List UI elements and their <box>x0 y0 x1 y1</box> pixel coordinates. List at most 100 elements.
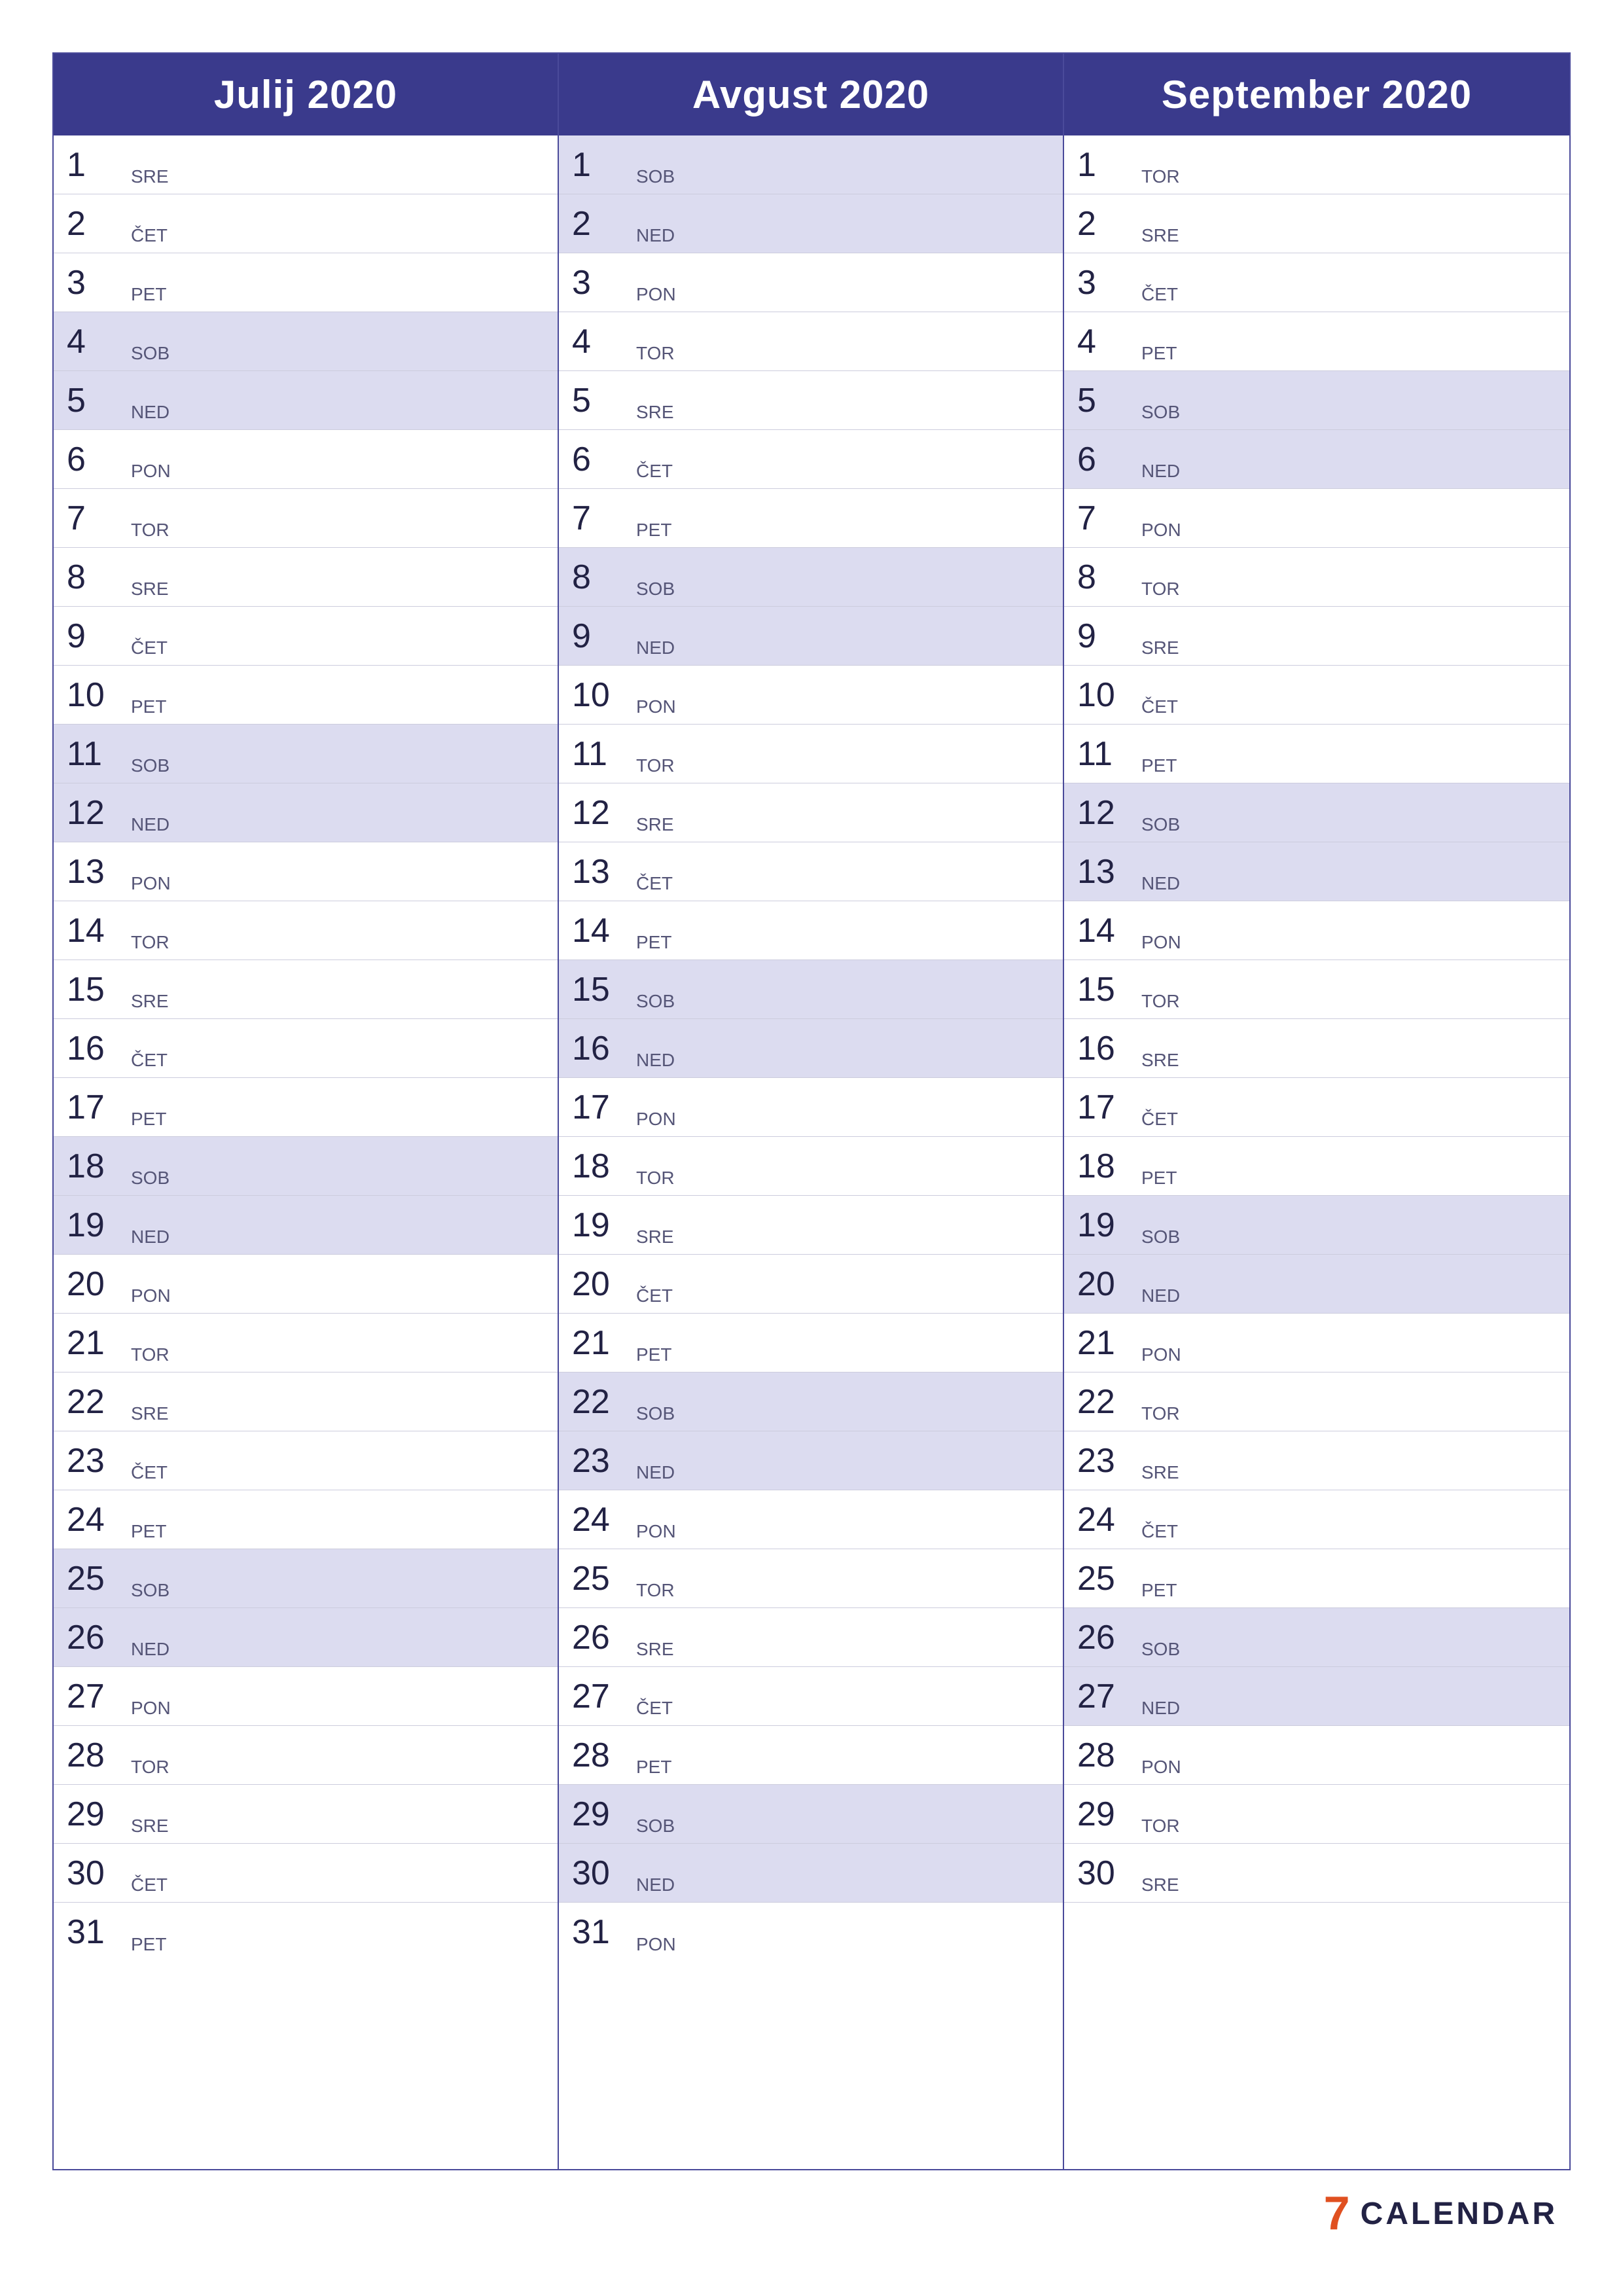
day-number: 17 <box>1077 1090 1136 1124</box>
day-number: 10 <box>67 678 126 712</box>
day-number: 25 <box>1077 1562 1136 1596</box>
day-number: 19 <box>572 1208 631 1242</box>
day-row: 23NED <box>559 1431 1063 1490</box>
day-name: PET <box>1141 1580 1177 1601</box>
day-name: PET <box>636 520 671 541</box>
day-row: 14PET <box>559 901 1063 960</box>
day-row: 6PON <box>54 430 558 489</box>
day-name: SOB <box>1141 814 1180 835</box>
day-number: 22 <box>1077 1385 1136 1419</box>
day-row: 2NED <box>559 194 1063 253</box>
day-row: 17ČET <box>1064 1078 1569 1137</box>
day-number: 8 <box>572 560 631 594</box>
day-number: 26 <box>572 1621 631 1655</box>
day-name: PET <box>636 932 671 953</box>
day-row: 1SRE <box>54 135 558 194</box>
day-row: 2SRE <box>1064 194 1569 253</box>
day-row: 5NED <box>54 371 558 430</box>
day-row: 10PET <box>54 666 558 725</box>
day-number: 16 <box>1077 1031 1136 1066</box>
day-number: 5 <box>572 384 631 418</box>
day-row: 11PET <box>1064 725 1569 783</box>
day-row: 15TOR <box>1064 960 1569 1019</box>
day-name: PON <box>636 1109 676 1130</box>
day-name: ČET <box>636 873 673 894</box>
day-number: 14 <box>572 914 631 948</box>
calendar-grid: Julij 20201SRE2ČET3PET4SOB5NED6PON7TOR8S… <box>52 52 1571 2170</box>
day-number: 7 <box>67 501 126 535</box>
day-row: 8SOB <box>559 548 1063 607</box>
day-number: 29 <box>1077 1797 1136 1831</box>
day-number: 18 <box>572 1149 631 1183</box>
day-number: 23 <box>67 1444 126 1478</box>
day-row: 14TOR <box>54 901 558 960</box>
day-name: PET <box>131 1521 166 1542</box>
day-name: ČET <box>1141 1109 1178 1130</box>
day-name: NED <box>1141 1698 1180 1719</box>
day-name: SOB <box>131 1580 169 1601</box>
day-number: 20 <box>1077 1267 1136 1301</box>
day-name: SRE <box>1141 1874 1179 1895</box>
day-name: ČET <box>636 461 673 482</box>
day-number: 14 <box>1077 914 1136 948</box>
day-row: 18SOB <box>54 1137 558 1196</box>
month-col-2: September 20201TOR2SRE3ČET4PET5SOB6NED7P… <box>1064 54 1569 2169</box>
day-name: SRE <box>1141 637 1179 658</box>
day-name: ČET <box>131 225 168 246</box>
day-name: SOB <box>636 991 675 1012</box>
day-number: 11 <box>572 737 631 771</box>
day-row: 31PET <box>54 1903 558 1962</box>
day-row: 13PON <box>54 842 558 901</box>
day-name: SOB <box>636 1816 675 1837</box>
day-name: PET <box>636 1344 671 1365</box>
day-name: TOR <box>636 343 675 364</box>
day-row: 4TOR <box>559 312 1063 371</box>
day-name: PON <box>1141 520 1181 541</box>
day-number: 7 <box>1077 501 1136 535</box>
day-name: SOB <box>1141 1639 1180 1660</box>
day-number: 15 <box>67 973 126 1007</box>
day-name: PON <box>1141 1757 1181 1778</box>
day-number: 25 <box>67 1562 126 1596</box>
day-name: PON <box>131 1698 171 1719</box>
day-name: SRE <box>131 579 169 600</box>
day-row: 25PET <box>1064 1549 1569 1608</box>
day-number: 17 <box>572 1090 631 1124</box>
day-row: 23ČET <box>54 1431 558 1490</box>
day-number: 4 <box>572 325 631 359</box>
day-number: 21 <box>572 1326 631 1360</box>
day-row: 20NED <box>1064 1255 1569 1314</box>
day-row: 12NED <box>54 783 558 842</box>
day-number: 1 <box>67 148 126 182</box>
day-number: 3 <box>67 266 126 300</box>
day-number: 22 <box>572 1385 631 1419</box>
day-row: 4PET <box>1064 312 1569 371</box>
day-row: 1SOB <box>559 135 1063 194</box>
day-row: 21TOR <box>54 1314 558 1372</box>
day-number: 13 <box>1077 855 1136 889</box>
day-number: 24 <box>1077 1503 1136 1537</box>
day-row: 10PON <box>559 666 1063 725</box>
day-row: 21PON <box>1064 1314 1569 1372</box>
day-name: ČET <box>1141 696 1178 717</box>
day-row: 15SOB <box>559 960 1063 1019</box>
day-number: 30 <box>1077 1856 1136 1890</box>
day-row: 17PON <box>559 1078 1063 1137</box>
day-name: SRE <box>636 1227 674 1247</box>
day-row: 24PON <box>559 1490 1063 1549</box>
day-number: 20 <box>572 1267 631 1301</box>
day-number: 9 <box>1077 619 1136 653</box>
day-number: 8 <box>1077 560 1136 594</box>
day-row: 24ČET <box>1064 1490 1569 1549</box>
day-number: 24 <box>572 1503 631 1537</box>
day-name: TOR <box>1141 166 1180 187</box>
brand-text: CALENDAR <box>1361 2196 1558 2232</box>
month-col-0: Julij 20201SRE2ČET3PET4SOB5NED6PON7TOR8S… <box>54 54 559 2169</box>
day-name: PON <box>1141 1344 1181 1365</box>
day-number: 29 <box>67 1797 126 1831</box>
day-row: 30NED <box>559 1844 1063 1903</box>
day-row: 8SRE <box>54 548 558 607</box>
day-name: NED <box>131 1227 169 1247</box>
day-name: SOB <box>131 343 169 364</box>
day-row: 27NED <box>1064 1667 1569 1726</box>
